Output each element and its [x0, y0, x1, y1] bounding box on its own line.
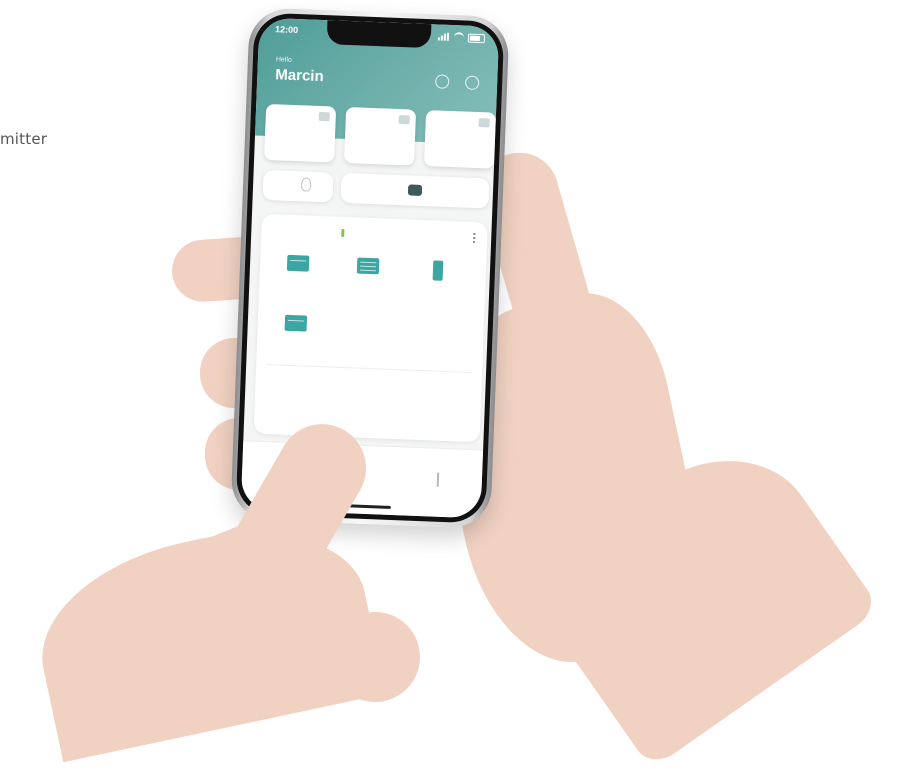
phone-notch — [326, 20, 432, 49]
door-sensor-icon — [432, 260, 444, 281]
panel-divider — [266, 364, 473, 373]
notification-icon[interactable] — [464, 75, 480, 91]
device-cards — [264, 103, 499, 172]
device-card[interactable] — [344, 106, 417, 166]
device-tile[interactable] — [272, 314, 318, 360]
side-caption-fragment: mitter — [0, 130, 48, 148]
window-sensor-icon — [284, 314, 308, 332]
smartphone: Hello Marcin 12:00 — [230, 7, 510, 529]
device-card[interactable] — [264, 103, 337, 163]
status-time: 12:00 — [274, 24, 299, 36]
lower-finger — [330, 612, 420, 702]
lightbulb-icon — [300, 177, 312, 192]
device-tile[interactable] — [345, 257, 391, 303]
photo-scene: mitter Hello Marcin 12:00 — [0, 0, 907, 770]
settings-icon[interactable] — [434, 74, 450, 89]
device-tile[interactable] — [415, 260, 461, 306]
device-thumbnail-icon — [398, 114, 410, 125]
light-pill[interactable] — [262, 169, 334, 203]
greeting-text: Hello — [275, 56, 293, 64]
device-thumbnail-icon — [478, 118, 490, 128]
quick-controls — [262, 169, 490, 215]
device-card[interactable] — [423, 110, 497, 169]
wifi-icon — [453, 32, 465, 43]
more-options-icon[interactable] — [473, 232, 476, 244]
battery-icon — [467, 33, 486, 43]
nav-menu[interactable] — [427, 470, 450, 493]
user-name: Marcin — [275, 66, 324, 86]
room-accent-bar — [341, 228, 345, 237]
status-icons — [437, 31, 486, 43]
mode-pill[interactable] — [340, 172, 490, 209]
mode-toggle-icon[interactable] — [407, 184, 423, 196]
device-tile[interactable] — [275, 254, 321, 300]
menu-icon — [436, 472, 440, 487]
room-panel — [253, 213, 488, 443]
phone-screen: Hello Marcin 12:00 — [240, 17, 500, 519]
blind-icon — [356, 257, 380, 275]
window-sensor-icon — [286, 254, 310, 272]
signal-icon — [437, 32, 450, 41]
device-thumbnail-icon — [318, 111, 330, 122]
